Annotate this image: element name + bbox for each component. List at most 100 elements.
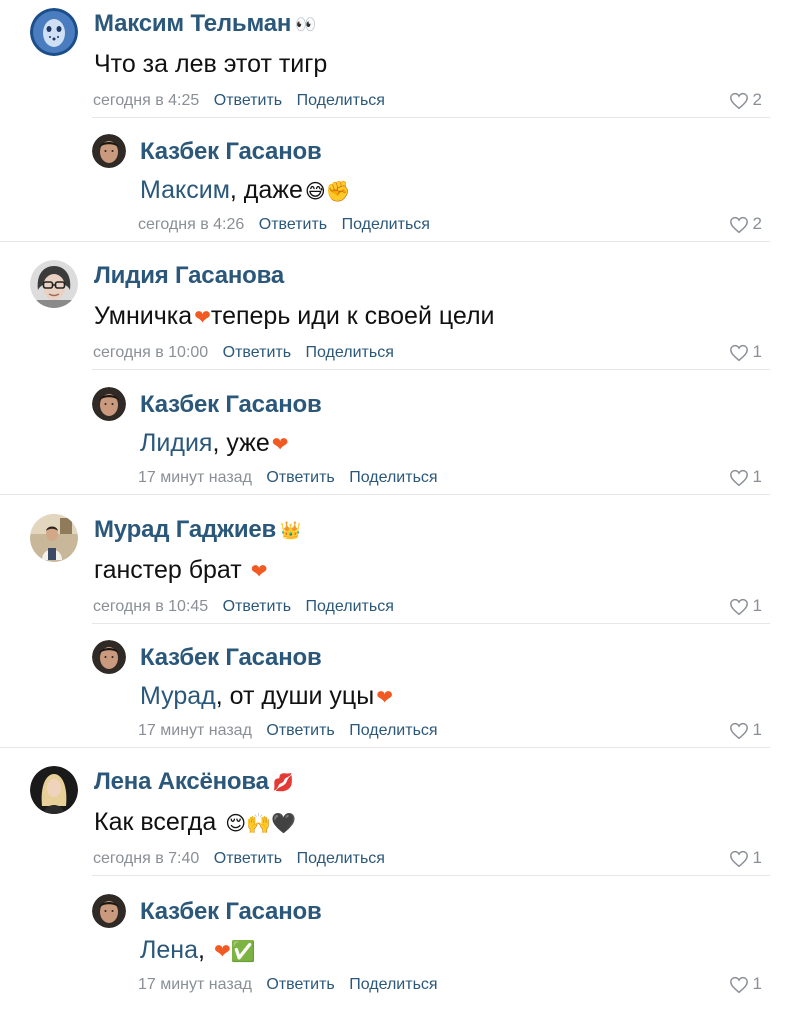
heart-outline-icon	[729, 722, 748, 739]
comment-text-part: Как всегда	[94, 808, 224, 836]
mention-link[interactable]: Мурад	[140, 682, 216, 710]
comment-author[interactable]: Казбек Гасанов	[140, 138, 322, 166]
comment-time[interactable]: сегодня в 4:25	[93, 92, 199, 109]
comment-text: Лена, ❤✅	[140, 936, 256, 965]
kiss-lips-icon: 💋	[272, 772, 294, 792]
comment-meta: 17 минут назад Ответить Поделиться	[138, 976, 438, 994]
comment-author[interactable]: Лидия Гасанова	[94, 262, 284, 290]
comment-text: Лидия, уже ❤	[140, 429, 289, 458]
share-button[interactable]: Поделиться	[306, 598, 394, 615]
comment-author[interactable]: Лена Аксёнова 💋	[94, 768, 294, 796]
comment-text: Максим, даже 😅✊	[140, 176, 351, 205]
reply-button[interactable]: Ответить	[266, 976, 334, 993]
avatar-woman-blonde-icon	[30, 766, 78, 814]
like-count: 2	[752, 90, 762, 109]
comment-author[interactable]: Максим Тельман 👀	[94, 10, 316, 38]
avatar[interactable]	[92, 640, 126, 674]
comment-author[interactable]: Казбек Гасанов	[140, 644, 322, 672]
comment-text: Что за лев этот тигр	[94, 50, 327, 79]
reply-button[interactable]: Ответить	[266, 722, 334, 739]
like-button[interactable]: 1	[729, 848, 762, 868]
like-button[interactable]: 1	[729, 720, 762, 740]
like-count: 1	[752, 467, 762, 486]
like-count: 2	[752, 214, 762, 233]
comment-meta: 17 минут назад Ответить Поделиться	[138, 469, 438, 487]
comment-text-part: , даже	[229, 176, 303, 204]
share-button[interactable]: Поделиться	[342, 216, 430, 233]
avatar[interactable]	[30, 8, 78, 56]
divider	[0, 494, 770, 495]
share-button[interactable]: Поделиться	[297, 850, 385, 867]
comment-meta: сегодня в 7:40 Ответить Поделиться	[93, 850, 385, 868]
comment-text-part: теперь иди к своей цели	[210, 302, 495, 330]
like-count: 1	[752, 974, 762, 993]
comment-time[interactable]: сегодня в 4:26	[138, 216, 244, 233]
like-button[interactable]: 1	[729, 467, 762, 487]
share-button[interactable]: Поделиться	[297, 92, 385, 109]
comment-meta: сегодня в 10:00 Ответить Поделиться	[93, 344, 394, 362]
comment-meta: сегодня в 4:26 Ответить Поделиться	[138, 216, 430, 234]
heart-outline-icon	[729, 976, 748, 993]
avatar-man-icon	[92, 894, 126, 928]
comment-author[interactable]: Мурад Гаджиев 👑	[94, 516, 301, 544]
like-button[interactable]: 1	[729, 596, 762, 616]
share-button[interactable]: Поделиться	[349, 722, 437, 739]
comment-author[interactable]: Казбек Гасанов	[140, 391, 322, 419]
mention-link[interactable]: Максим	[140, 176, 230, 204]
like-button[interactable]: 2	[729, 90, 762, 110]
comment-item: Казбек Гасанов Мурад, от души уцы ❤ 17 ми…	[0, 630, 800, 748]
like-count: 1	[752, 342, 762, 361]
reply-button[interactable]: Ответить	[223, 344, 291, 361]
comment-item: Лидия Гасанова Умничка ❤теперь иди к свое…	[0, 252, 800, 370]
avatar-man-icon	[92, 387, 126, 421]
heart-emoji-icon: ❤	[271, 433, 289, 456]
comment-text: ганстер брат ❤	[94, 556, 267, 585]
comment-item: Казбек Гасанов Лена, ❤✅ 17 минут назад О…	[0, 884, 800, 1002]
share-button[interactable]: Поделиться	[349, 469, 437, 486]
comment-item: Казбек Гасанов Максим, даже 😅✊ сегодня в …	[0, 124, 800, 242]
comment-text-part: , уже	[212, 429, 270, 457]
divider	[0, 241, 770, 242]
heart-emoji-icon: ❤	[376, 686, 393, 709]
heart-outline-icon	[729, 850, 748, 867]
divider	[92, 875, 770, 876]
avatar[interactable]	[30, 514, 78, 562]
comment-text-part: ганстер брат	[94, 556, 249, 584]
comment-time[interactable]: сегодня в 7:40	[93, 850, 199, 867]
avatar[interactable]	[92, 894, 126, 928]
divider	[0, 747, 770, 748]
comment-time[interactable]: сегодня в 10:00	[93, 344, 208, 361]
avatar[interactable]	[92, 134, 126, 168]
sweat-smile-emoji-icon: 😅✊	[304, 180, 351, 203]
avatar[interactable]	[92, 387, 126, 421]
comment-text: Мурад, от души уцы ❤	[140, 682, 393, 711]
comment-item: Мурад Гаджиев 👑 ганстер брат ❤ сегодня в …	[0, 506, 800, 624]
comment-text-part: ,	[198, 936, 212, 964]
avatar[interactable]	[30, 260, 78, 308]
mention-link[interactable]: Лидия	[140, 429, 212, 457]
heart-emoji-icon: ❤	[250, 560, 268, 583]
heart-emoji-icon: ❤	[194, 306, 211, 329]
heart-outline-icon	[729, 344, 748, 361]
comment-text-part: Умничка	[94, 302, 193, 330]
share-button[interactable]: Поделиться	[349, 976, 437, 993]
comment-time[interactable]: 17 минут назад	[138, 469, 252, 486]
reply-button[interactable]: Ответить	[214, 92, 282, 109]
comment-time[interactable]: 17 минут назад	[138, 976, 252, 993]
avatar[interactable]	[30, 766, 78, 814]
like-button[interactable]: 1	[729, 974, 762, 994]
reply-button[interactable]: Ответить	[266, 469, 334, 486]
like-button[interactable]: 2	[729, 214, 762, 234]
share-button[interactable]: Поделиться	[306, 344, 394, 361]
like-button[interactable]: 1	[729, 342, 762, 362]
comment-meta: сегодня в 10:45 Ответить Поделиться	[93, 598, 394, 616]
reply-button[interactable]: Ответить	[223, 598, 291, 615]
reply-button[interactable]: Ответить	[259, 216, 327, 233]
comment-time[interactable]: 17 минут назад	[138, 722, 252, 739]
like-count: 1	[752, 848, 762, 867]
reply-button[interactable]: Ответить	[214, 850, 282, 867]
mention-link[interactable]: Лена	[140, 936, 198, 964]
heart-outline-icon	[729, 469, 748, 486]
comment-author[interactable]: Казбек Гасанов	[140, 898, 322, 926]
comment-time[interactable]: сегодня в 10:45	[93, 598, 208, 615]
